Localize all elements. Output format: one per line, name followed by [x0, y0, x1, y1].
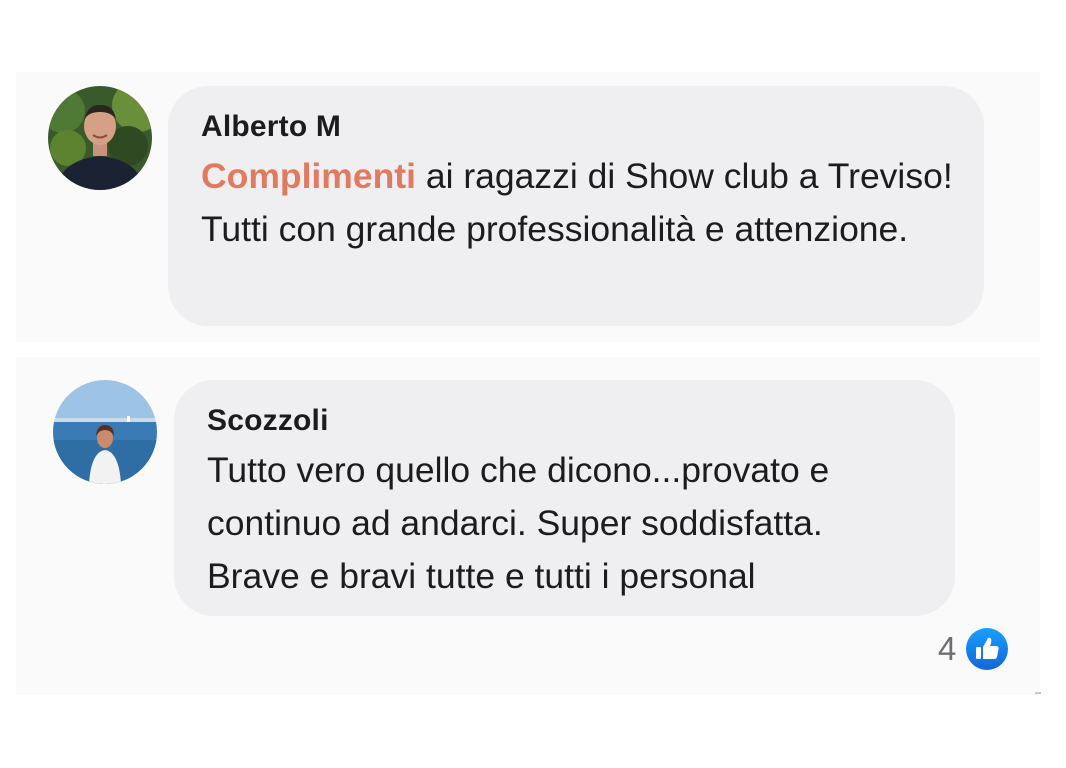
comment-bubble[interactable]: Scozzoli Tutto vero quello che dicono...…	[174, 380, 955, 616]
thumbs-up-icon	[966, 628, 1009, 670]
reactions[interactable]: 4	[938, 628, 1009, 670]
divider	[1035, 692, 1041, 694]
highlighted-word: Complimenti	[201, 156, 416, 196]
comment-text: Tutto vero quello che dicono...provato e…	[207, 450, 830, 596]
avatar[interactable]	[48, 86, 152, 190]
comment-author[interactable]: Alberto M	[201, 108, 954, 146]
comment-author[interactable]: Scozzoli	[207, 402, 925, 440]
comment-text: Complimenti ai ragazzi di Show club a Tr…	[201, 150, 954, 256]
reaction-count: 4	[938, 630, 957, 667]
avatar[interactable]	[53, 380, 157, 484]
comment-bubble[interactable]: Alberto M Complimenti ai ragazzi di Show…	[168, 86, 984, 326]
